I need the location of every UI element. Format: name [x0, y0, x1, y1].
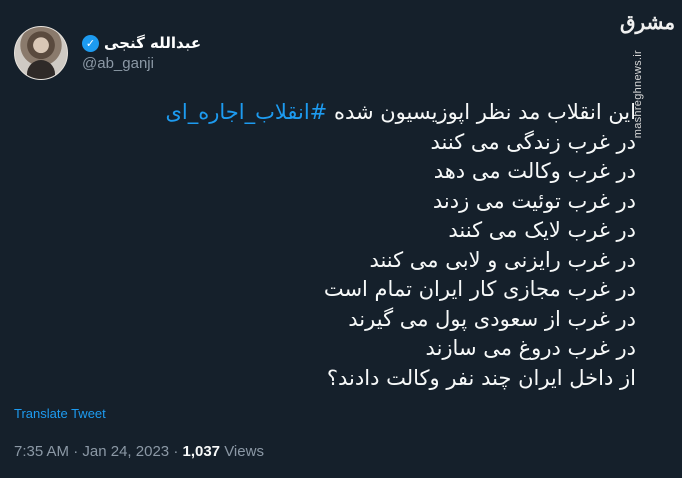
tweet-meta: 7:35 AM · Jan 24, 2023 · 1,037 Views	[14, 443, 264, 460]
tweet-line: در غرب رایزنی و لابی می کنند	[369, 247, 636, 272]
translate-tweet-link[interactable]: Translate Tweet	[14, 406, 106, 421]
tweet-card: عبدالله گنجی ✓ @ab_ganji مشرق mashreghne…	[0, 0, 682, 478]
tweet-line: از داخل ایران چند نفر وکالت دادند؟	[326, 365, 636, 390]
tweet-line: در غرب زندگی می کنند	[430, 129, 637, 154]
verified-badge-icon: ✓	[82, 34, 99, 52]
avatar[interactable]	[14, 26, 68, 80]
display-name-row: عبدالله گنجی ✓	[82, 34, 201, 52]
meta-separator: ·	[73, 443, 79, 460]
tweet-text: این انقلاب مد نظر اپوزیسیون شده #انقلاب_…	[16, 98, 636, 393]
tweet-line: در غرب از سعودی پول می گیرند	[348, 306, 636, 331]
author-names: عبدالله گنجی ✓ @ab_ganji	[82, 34, 201, 72]
views-label: Views	[224, 443, 264, 460]
display-name[interactable]: عبدالله گنجی	[104, 34, 201, 52]
tweet-line: در غرب وکالت می دهد	[433, 159, 636, 183]
tweet-line: در غرب توئیت می زدند	[432, 188, 636, 213]
user-handle[interactable]: @ab_ganji	[82, 55, 201, 72]
tweet-time[interactable]: 7:35 AM	[14, 443, 69, 460]
tweet-date[interactable]: Jan 24, 2023	[82, 443, 169, 460]
hashtag-link[interactable]: #انقلاب_اجاره_ای	[165, 100, 327, 124]
tweet-header: عبدالله گنجی ✓ @ab_ganji	[14, 26, 201, 80]
tweet-line-1-text: این انقلاب مد نظر اپوزیسیون شده	[327, 100, 636, 124]
tweet-line: در غرب دروغ می سازند	[425, 336, 636, 360]
tweet-line: در غرب لایک می کنند	[448, 218, 636, 242]
views-count: 1,037	[182, 443, 221, 460]
meta-separator: ·	[173, 443, 179, 460]
tweet-line: در غرب مجازی کار ایران تمام است	[323, 277, 636, 301]
watermark-logo: مشرق	[620, 10, 676, 34]
tweet-line-1: این انقلاب مد نظر اپوزیسیون شده #انقلاب_…	[16, 98, 636, 128]
